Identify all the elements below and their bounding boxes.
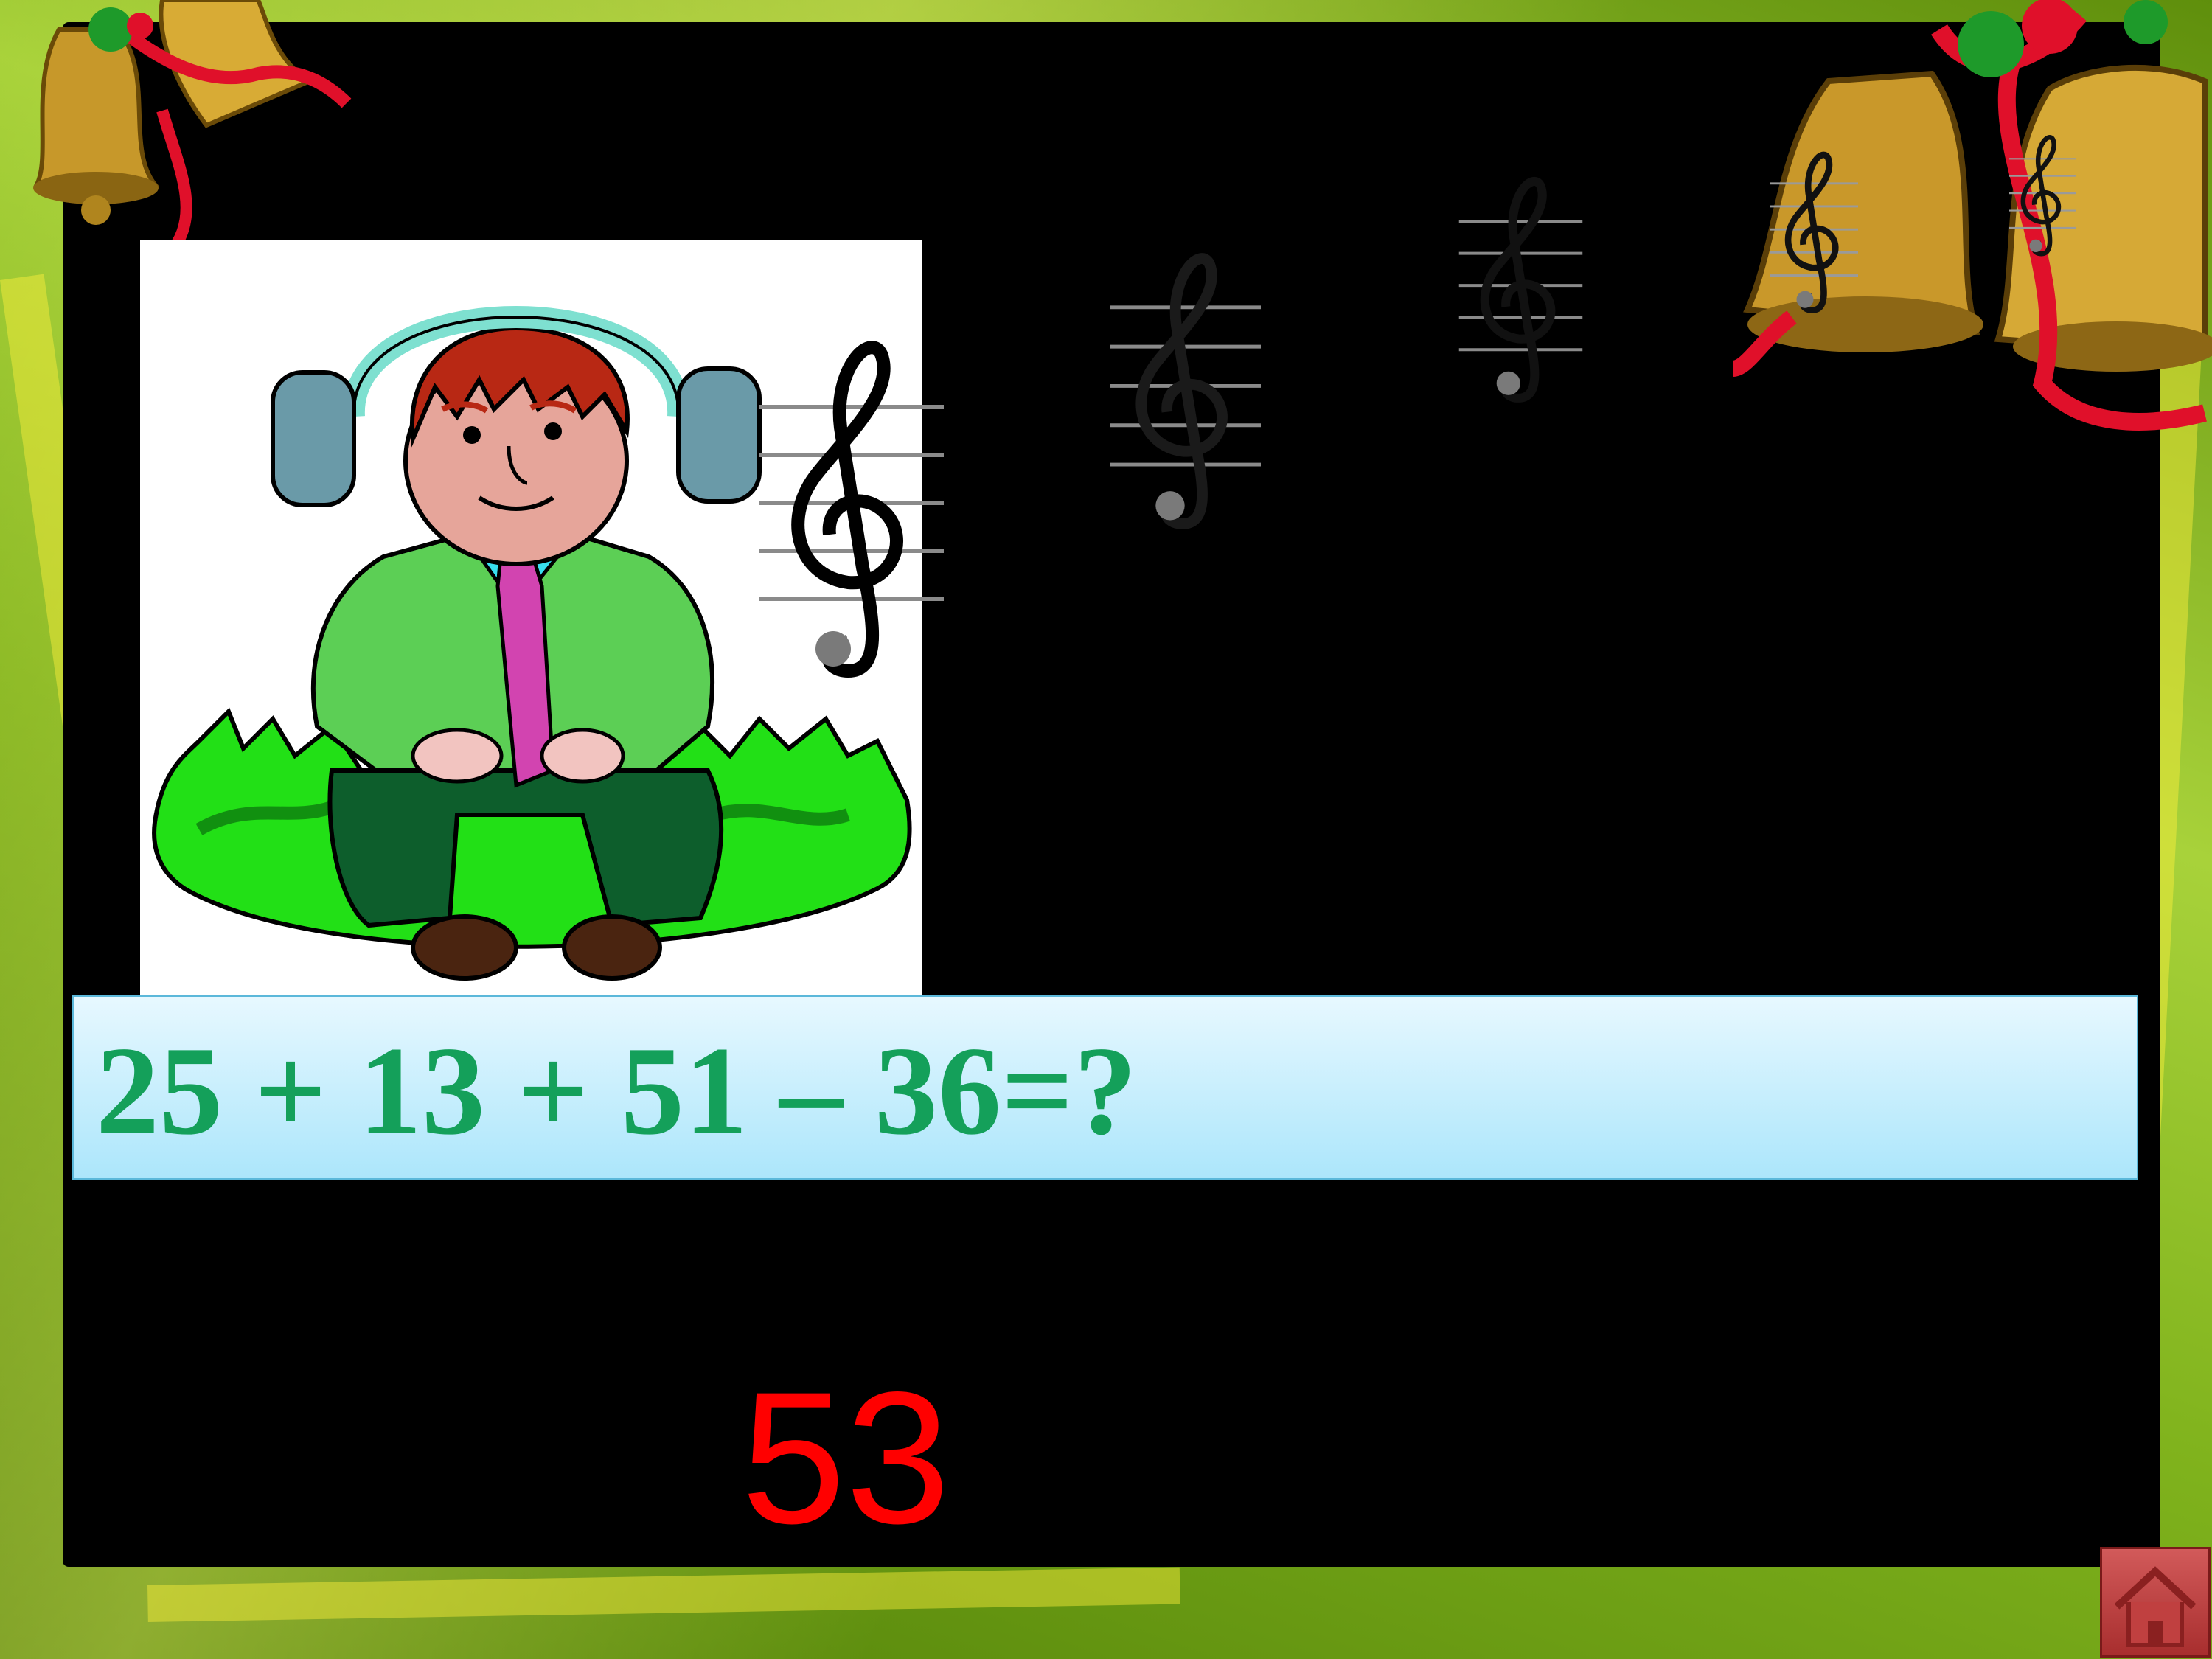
treble-clef-icon <box>1110 253 1261 529</box>
treble-clef-icon <box>1458 177 1583 403</box>
answer-text: 53 <box>741 1353 950 1563</box>
treble-clef-icon <box>759 341 944 678</box>
home-button[interactable] <box>2100 1547 2211 1658</box>
treble-clef-icon <box>1770 151 1858 313</box>
treble-clef-icon <box>2009 135 2076 257</box>
equation-text: 25 + 13 + 51 – 36=? <box>96 1021 1138 1161</box>
equation-banner: 25 + 13 + 51 – 36=? <box>72 995 2138 1180</box>
home-icon <box>2114 1566 2197 1647</box>
christmas-bells-icon <box>33 0 352 247</box>
